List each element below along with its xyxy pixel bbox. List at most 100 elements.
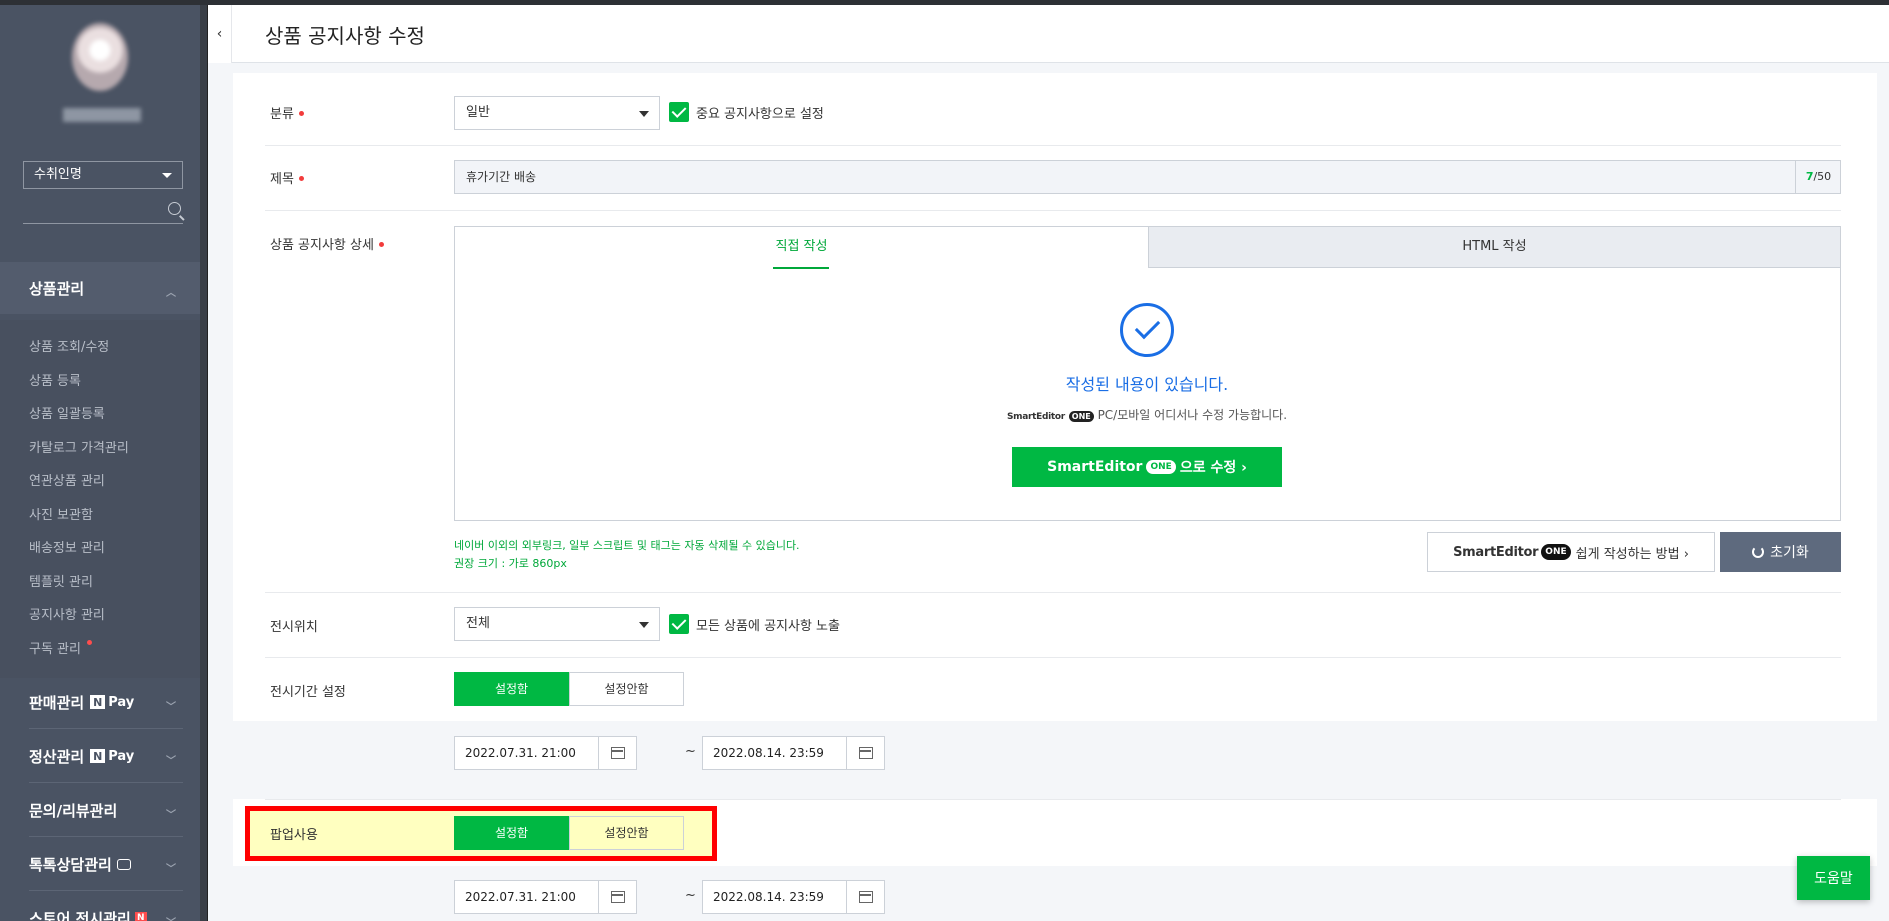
sidebar-section-inquiry-review[interactable]: 문의/리뷰관리 ﹀ <box>0 784 200 836</box>
sidebar-search-input[interactable] <box>23 198 183 224</box>
display-position-label: 전시위치 <box>270 620 318 635</box>
display-position-select[interactable]: 전체 <box>454 607 660 641</box>
popup-start-date-input[interactable]: 2022.07.31. 21:00 <box>454 880 637 914</box>
sidebar-section-store-display[interactable]: 스토어 전시관리 N ﹀ <box>0 892 200 921</box>
divider <box>29 728 183 729</box>
active-tab-indicator <box>773 267 829 269</box>
label-text: 상품 공지사항 상세 <box>270 238 374 253</box>
expose-all-label: 모든 상품에 공지사항 노출 <box>696 619 840 634</box>
divider <box>29 782 183 783</box>
chevron-down-icon <box>639 622 649 628</box>
required-dot <box>298 111 304 116</box>
expose-all-checkbox[interactable] <box>669 614 689 634</box>
sidebar-item-bulk-register[interactable]: 상품 일괄등록 <box>29 403 105 422</box>
search-icon[interactable] <box>168 202 181 215</box>
calendar-button[interactable] <box>846 737 884 769</box>
chevron-down-icon <box>162 173 172 178</box>
smarteditor-logo: SmartEditor <box>1006 412 1065 422</box>
category-label: 분류 <box>270 103 304 122</box>
popup-end-date-input[interactable]: 2022.08.14. 23:59 <box>702 880 885 914</box>
display-end-date-input[interactable]: 2022.08.14. 23:59 <box>702 736 885 770</box>
howto-button[interactable]: SmartEditor ONE 쉽게 작성하는 방법 › <box>1427 532 1715 572</box>
edit-anywhere-text: SmartEditor ONE PC/모바일 어디서나 수정 가능합니다. <box>1000 406 1294 423</box>
popup-on-button[interactable]: 설정함 <box>454 816 569 850</box>
naver-pay-badge: N Pay <box>90 695 134 710</box>
important-notice-label: 중요 공지사항으로 설정 <box>696 107 824 122</box>
sidebar-item-photo-storage[interactable]: 사진 보관함 <box>29 504 93 523</box>
sidebar-section-talktalk[interactable]: 톡톡상담관리 ﹀ <box>0 838 200 890</box>
sidebar-item-product-register[interactable]: 상품 등록 <box>29 370 81 389</box>
sidebar-item-subscription[interactable]: 구독 관리 <box>29 638 92 657</box>
date-value: 2022.08.14. 23:59 <box>713 746 824 760</box>
sidebar-item-templates[interactable]: 템플릿 관리 <box>29 571 93 590</box>
help-button[interactable]: 도움말 <box>1797 856 1870 900</box>
store-select-value: 수취인명 <box>34 167 82 182</box>
chevron-down-icon <box>639 111 649 117</box>
edit-sub-text: PC/모바일 어디서나 수정 가능합니다. <box>1097 408 1288 422</box>
one-logo: ONE <box>1146 460 1176 474</box>
sidebar-collapse-button[interactable]: ‹ <box>208 5 232 63</box>
calendar-button[interactable] <box>846 881 884 913</box>
popup-usage-label: 팝업사용 <box>270 828 318 843</box>
reset-button[interactable]: 초기화 <box>1720 532 1841 572</box>
calendar-icon <box>611 891 625 903</box>
sidebar-item-notices[interactable]: 공지사항 관리 <box>29 604 105 623</box>
divider <box>265 657 1841 658</box>
calendar-button[interactable] <box>598 737 636 769</box>
external-link-warning: 네이버 이외의 외부링크, 일부 스크립트 및 태그는 자동 삭제될 수 있습니… <box>454 539 800 552</box>
avatar[interactable] <box>72 23 128 91</box>
display-period-on-button[interactable]: 설정함 <box>454 672 569 706</box>
display-start-date-input[interactable]: 2022.07.31. 21:00 <box>454 736 637 770</box>
reset-label: 초기화 <box>1770 545 1809 561</box>
sidebar-item-related-products[interactable]: 연관상품 관리 <box>29 470 105 489</box>
category-select[interactable]: 일반 <box>454 96 660 130</box>
popup-off-button[interactable]: 설정안함 <box>569 816 684 850</box>
calendar-icon <box>859 747 873 759</box>
store-select[interactable]: 수취인명 <box>23 161 183 189</box>
title-input-value: 휴가기간 배송 <box>466 170 537 184</box>
page-title: 상품 공지사항 수정 <box>265 24 425 48</box>
smarteditor-edit-button[interactable]: SmartEditor ONE 으로 수정 › <box>1012 447 1282 487</box>
sidebar-item-shipping-info[interactable]: 배송정보 관리 <box>29 537 105 556</box>
tab-html-write[interactable]: HTML 작성 <box>1148 227 1840 268</box>
important-notice-checkbox[interactable] <box>669 102 689 122</box>
written-content-message: 작성된 내용이 있습니다. <box>1065 375 1229 394</box>
sidebar-section-label: 정산관리 <box>29 747 85 766</box>
char-count-max: /50 <box>1813 170 1832 183</box>
tab-direct-write[interactable]: 직접 작성 <box>455 227 1148 269</box>
check-circle-icon <box>1120 303 1174 357</box>
date-range-separator: ~ <box>685 888 696 903</box>
new-badge: N <box>134 912 147 921</box>
sidebar-item-label: 구독 관리 <box>29 642 81 657</box>
title-input[interactable]: 휴가기간 배송 <box>454 160 1841 194</box>
one-logo: ONE <box>1541 544 1571 560</box>
title-char-count: 7/50 <box>1795 160 1841 194</box>
sidebar-item-catalog-price[interactable]: 카탈로그 가격관리 <box>29 437 129 456</box>
label-text: 제목 <box>270 172 294 187</box>
page-header <box>208 5 1889 63</box>
sidebar-section-product[interactable]: 상품관리 ︿ <box>0 262 200 314</box>
sidebar-scrollbar[interactable] <box>200 5 207 921</box>
calendar-icon <box>611 747 625 759</box>
account-name-blurred <box>63 108 141 122</box>
display-period-off-button[interactable]: 설정안함 <box>569 672 684 706</box>
chevron-left-icon: ‹ <box>216 26 223 42</box>
divider <box>265 210 1841 211</box>
new-dot <box>86 640 92 645</box>
chevron-down-icon: ﹀ <box>166 864 176 875</box>
chevron-down-icon: ﹀ <box>166 810 176 821</box>
sidebar-section-sales[interactable]: 판매관리 N Pay ﹀ <box>0 676 200 728</box>
pay-label: Pay <box>108 748 135 764</box>
sidebar-section-label: 문의/리뷰관리 <box>29 801 118 820</box>
label-text: 분류 <box>270 107 294 122</box>
chevron-up-icon: ︿ <box>166 288 176 299</box>
naver-pay-badge: N Pay <box>90 749 134 764</box>
sidebar: 수취인명 상품관리 ︿ 상품 조회/수정 상품 등록 상품 일괄등록 카탈로그 … <box>0 5 200 921</box>
recommended-size-text: 권장 크기 : 가로 860px <box>454 557 567 570</box>
calendar-button[interactable] <box>598 881 636 913</box>
sidebar-section-settlement[interactable]: 정산관리 N Pay ﹀ <box>0 730 200 782</box>
sidebar-item-product-list[interactable]: 상품 조회/수정 <box>29 336 109 355</box>
date-value: 2022.07.31. 21:00 <box>465 890 576 904</box>
display-position-value: 전체 <box>466 616 490 631</box>
naver-n-icon: N <box>90 695 106 709</box>
